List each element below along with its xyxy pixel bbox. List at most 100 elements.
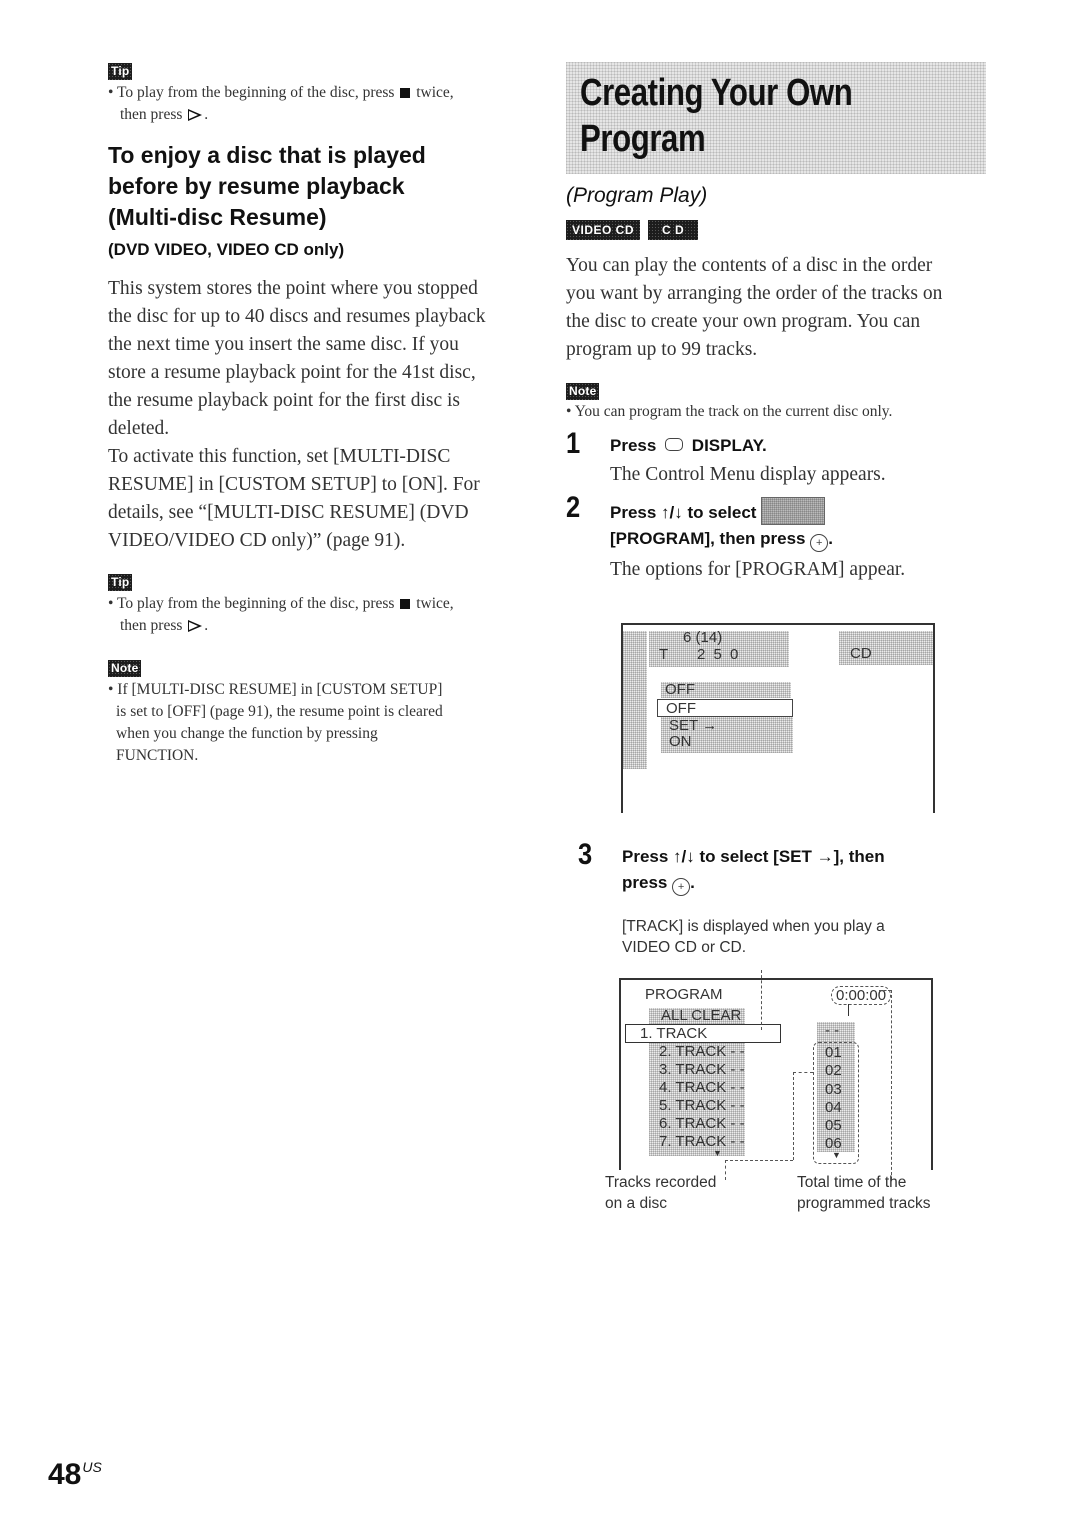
step-heading: DISPLAY. <box>691 436 767 455</box>
tip-text: • To play from the beginning of the disc… <box>108 595 395 612</box>
option-off[interactable]: OFF <box>666 700 696 717</box>
page-number-value: 48 <box>48 1458 82 1491</box>
chapter-title-line: Creating Your Own <box>580 72 853 114</box>
callout-line <box>725 1160 793 1162</box>
section-title-line: before by resume playback <box>108 173 405 199</box>
caption-line: [TRACK] is displayed when you play a <box>622 918 885 935</box>
paragraph-line: the resume playback point for the first … <box>108 390 460 411</box>
punctuation: . <box>828 529 833 548</box>
track-row[interactable]: 4. TRACK - - <box>659 1079 745 1096</box>
step-heading: Press ↑/↓ to select <box>610 503 757 522</box>
option-set[interactable]: SET → <box>669 717 717 734</box>
caption-total-time: Total time of the programmed tracks <box>797 1172 931 1214</box>
step-2: 2 Press ↑/↓ to select [PROGRAM], then pr… <box>566 491 996 584</box>
note-line: FUNCTION. <box>116 747 199 764</box>
step-3: 3 Press ↑/↓ to select [SET →], then pres… <box>578 838 1042 958</box>
track-row[interactable]: 7. TRACK - - <box>659 1133 745 1150</box>
paragraph-line: the next time you insert the same disc. … <box>108 334 459 355</box>
chapter-readout: 6 (14) <box>683 629 723 646</box>
program-screen: PROGRAM 0:00:00 ALL CLEAR 1. TRACK 2. TR… <box>619 970 933 1180</box>
callout-line <box>848 1004 849 1016</box>
scroll-down-icon[interactable]: ▼ <box>713 1148 722 1158</box>
menu-icon-column <box>623 631 647 769</box>
section-title: To enjoy a disc that is played before by… <box>108 140 533 233</box>
step-heading: Press ↑/↓ to select [SET →], then <box>622 847 885 866</box>
disc-type-badges: VIDEO CD C D <box>566 220 996 240</box>
paragraph-line: store a resume playback point for the 41… <box>108 362 476 383</box>
note-block: Note • If [MULTI-DISC RESUME] in [CUSTOM… <box>108 659 533 767</box>
step-note: [TRACK] is displayed when you play a VID… <box>622 916 1042 958</box>
step-number: 1 <box>566 427 581 460</box>
program-header: PROGRAM <box>645 986 723 1003</box>
paragraph-line: You can play the contents of a disc in t… <box>566 255 933 276</box>
tip-text: twice, <box>416 595 454 612</box>
step-number: 3 <box>578 838 593 871</box>
caption-line: Total time of the <box>797 1174 907 1191</box>
note-badge: Note <box>108 660 142 677</box>
play-icon <box>188 109 203 121</box>
note-block: Note • You can program the track on the … <box>566 382 996 421</box>
page-number: 48US <box>48 1458 102 1492</box>
paragraph-line: To activate this function, set [MULTI-DI… <box>108 446 451 467</box>
note-line: when you change the function by pressing <box>116 725 378 742</box>
caption-tracks-recorded: Tracks recorded on a disc <box>605 1172 716 1214</box>
tip-badge: Tip <box>108 63 133 80</box>
tip-badge: Tip <box>108 574 133 591</box>
note-badge: Note <box>566 383 600 400</box>
note-line: • If [MULTI-DISC RESUME] in [CUSTOM SETU… <box>108 681 443 698</box>
step-description: The Control Menu display appears. <box>610 464 886 485</box>
disc-type-readout: CD <box>850 645 872 662</box>
enter-button-icon: + <box>672 878 691 896</box>
step-1: 1 Press DISPLAY. The Control Menu displa… <box>566 427 996 489</box>
selected-option-highlight[interactable]: OFF <box>657 699 793 717</box>
tip-text: then press <box>120 617 183 634</box>
track-number[interactable]: 01 <box>825 1044 842 1061</box>
track-number[interactable]: 03 <box>825 1081 842 1098</box>
caption-line: Tracks recorded <box>605 1174 717 1191</box>
paragraph-line: deleted. <box>108 418 170 439</box>
time-readout: 2 5 0 <box>697 646 741 663</box>
track-number[interactable]: 02 <box>825 1062 842 1079</box>
callout-line <box>879 990 891 992</box>
all-clear-item[interactable]: ALL CLEAR <box>661 1007 741 1024</box>
track-number[interactable]: 04 <box>825 1099 842 1116</box>
track-row[interactable]: 5. TRACK - - <box>659 1097 745 1114</box>
track-row[interactable]: 6. TRACK - - <box>659 1115 745 1132</box>
tip-text: twice, <box>416 84 454 101</box>
track-number[interactable]: 05 <box>825 1117 842 1134</box>
punctuation: . <box>690 873 695 892</box>
option-on[interactable]: ON <box>669 733 692 750</box>
tip-block: Tip • To play from the beginning of the … <box>108 62 533 126</box>
chapter-title-banner: Creating Your Own Program <box>566 62 986 174</box>
cd-badge: C D <box>648 220 699 240</box>
callout-line <box>761 970 763 1030</box>
enter-button-icon: + <box>810 534 829 552</box>
note-line: • You can program the track on the curre… <box>566 403 893 420</box>
track-row[interactable]: 3. TRACK - - <box>659 1061 745 1078</box>
total-time-readout: 0:00:00 <box>831 986 892 1005</box>
section-title-line: To enjoy a disc that is played <box>108 142 426 168</box>
track-number-header: - - <box>825 1022 840 1039</box>
right-column: Creating Your Own Program (Program Play)… <box>566 62 996 584</box>
paragraph-line: the disc to create your own program. You… <box>566 311 921 332</box>
step-description: The options for [PROGRAM] appear. <box>610 559 906 580</box>
stop-icon <box>400 88 411 98</box>
punctuation: . <box>204 106 209 123</box>
program-menu-icon <box>761 497 826 525</box>
callout-line <box>793 1072 795 1160</box>
chapter-subtitle: (Program Play) <box>566 184 708 207</box>
step-heading: Press <box>610 436 657 455</box>
track-row[interactable]: 1. TRACK <box>640 1025 707 1042</box>
track-row[interactable]: 2. TRACK - - <box>659 1043 745 1060</box>
paragraph-line: details, see “[MULTI-DISC RESUME] (DVD <box>108 502 469 523</box>
scroll-down-icon[interactable]: ▼ <box>832 1150 841 1160</box>
step-number: 2 <box>566 491 581 524</box>
paragraph-multi-disc: This system stores the point where you s… <box>108 275 533 443</box>
note-line: is set to [OFF] (page 91), the resume po… <box>116 703 443 720</box>
tip-block: Tip • To play from the beginning of the … <box>108 573 533 637</box>
selected-track-row[interactable]: 1. TRACK <box>625 1024 781 1043</box>
section-subtitle: (DVD VIDEO, VIDEO CD only) <box>108 240 345 259</box>
stop-icon <box>400 599 411 609</box>
paragraph-line: the disc for up to 40 discs and resumes … <box>108 306 486 327</box>
paragraph-line: This system stores the point where you s… <box>108 278 478 299</box>
